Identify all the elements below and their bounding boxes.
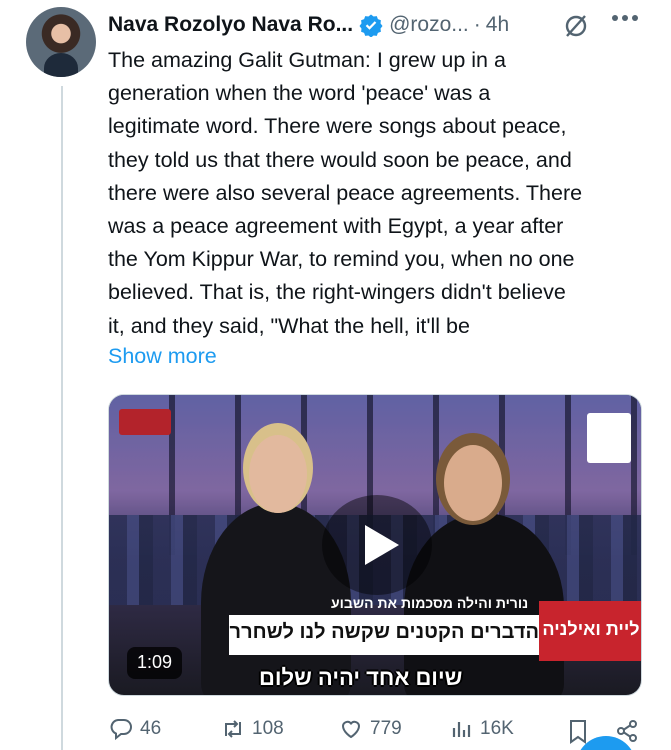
play-icon[interactable] — [322, 495, 432, 595]
tweet-text-line: there were also several peace agreements… — [108, 180, 583, 205]
video-caption-top: נורית והילה מסכמות את השבוע — [331, 595, 529, 611]
like-count: 779 — [370, 718, 402, 739]
tweet-text: The amazing Galit Gutman: I grew up in a… — [108, 44, 648, 343]
author-handle[interactable]: @rozo... — [389, 13, 469, 37]
repost-icon — [225, 720, 241, 738]
tweet-header: Nava Rozolyo Nava Ro... @rozo... · 4h — [108, 10, 509, 40]
tweet-text-line: was a peace agreement with Egypt, a year… — [108, 214, 564, 239]
tweet-text-line: they told us that there would soon be pe… — [108, 147, 572, 172]
video-duration: 1:09 — [127, 647, 183, 679]
views-button[interactable]: 16K — [448, 716, 514, 742]
reply-count: 46 — [140, 718, 162, 739]
verified-badge-icon — [359, 14, 383, 37]
like-icon — [341, 720, 361, 739]
timestamp[interactable]: 4h — [486, 13, 509, 37]
video-caption-main: הדברים הקטנים שקשה לנו לשחרר — [229, 621, 539, 643]
tweet-text-line: legitimate word. There were songs about … — [108, 114, 567, 139]
tweet-text-line: generation when the word 'peace' was a — [108, 81, 491, 106]
author-name[interactable]: Nava Rozolyo Nava Ro... — [108, 13, 353, 37]
repost-count: 108 — [252, 718, 284, 739]
tweet-text-line: The amazing Galit Gutman: I grew up in a — [108, 48, 506, 72]
presenter-left-head — [249, 435, 307, 513]
channel-logo — [587, 413, 631, 463]
reply-button[interactable]: 46 — [108, 716, 161, 742]
views-count: 16K — [480, 718, 514, 739]
video-player[interactable]: נורית והילה מסכמות את השבוע הדברים הקטני… — [108, 394, 642, 696]
like-button[interactable]: 779 — [338, 716, 402, 742]
video-subtitle: שיום אחד יהיה שלום — [259, 665, 463, 690]
thread-line — [61, 86, 63, 750]
separator-dot: · — [473, 13, 481, 36]
reply-icon — [110, 719, 132, 741]
show-more-link[interactable]: Show more — [108, 344, 217, 369]
tweet-text-line: the Yom Kippur War, to remind you, when … — [108, 247, 575, 272]
tweet-actions: 46 108 779 16K — [108, 716, 648, 750]
presenter-right-head — [444, 445, 502, 521]
video-caption-brand: ליית ואילניה — [539, 601, 641, 661]
tweet-text-line: it, and they said, "What the hell, it'll… — [108, 313, 470, 338]
tweet-text-line: believed. That is, the right-wingers did… — [108, 280, 566, 305]
repost-button[interactable]: 108 — [220, 716, 284, 742]
show-logo — [119, 409, 171, 435]
avatar[interactable] — [26, 7, 96, 77]
more-icon[interactable] — [612, 15, 638, 21]
views-icon — [452, 722, 471, 737]
grok-icon[interactable] — [562, 12, 590, 40]
